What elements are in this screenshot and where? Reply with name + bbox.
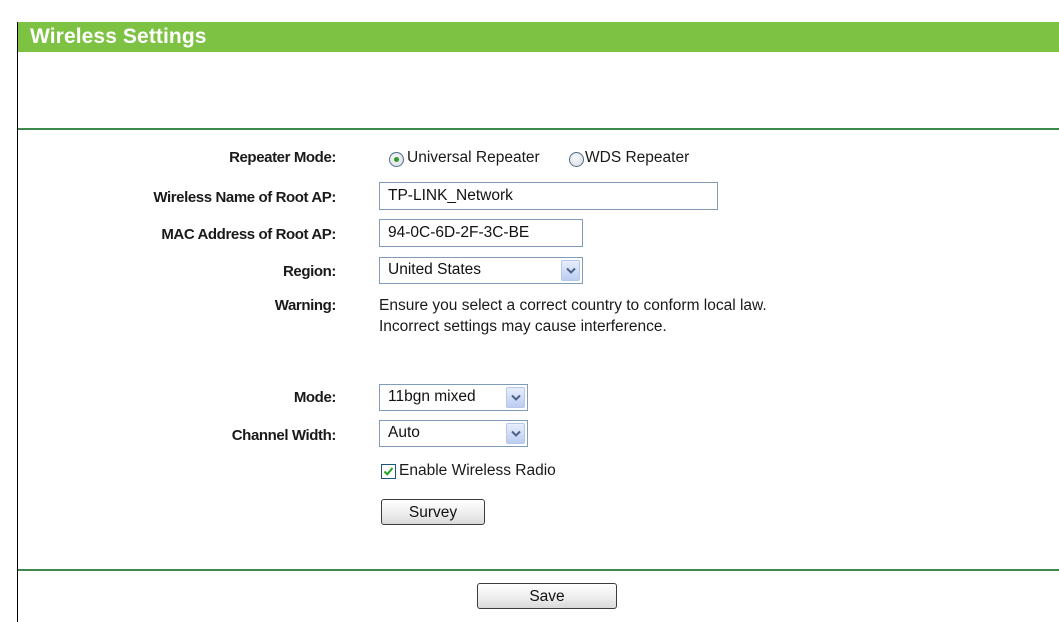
save-button[interactable]: Save [477,583,617,609]
checkmark-icon [383,467,394,476]
region-select-value: United States [388,261,482,278]
enable-wireless-radio-label[interactable]: Enable Wireless Radio [399,462,556,480]
universal-repeater-label[interactable]: Universal Repeater [407,149,540,167]
survey-button[interactable]: Survey [381,499,485,525]
root-ap-name-label: Wireless Name of Root AP: [153,189,336,206]
repeater-mode-label: Repeater Mode: [229,149,336,166]
mode-select-value: 11bgn mixed [388,388,476,405]
region-label: Region: [282,263,336,280]
chevron-down-icon[interactable] [506,423,525,444]
chevron-down-icon[interactable] [561,260,580,281]
channel-width-select[interactable]: Auto [379,420,528,447]
bottom-divider [18,569,1059,571]
warning-label: Warning: [274,297,337,314]
page-title: Wireless Settings [30,25,207,48]
channel-width-select-value: Auto [388,424,420,441]
root-ap-name-input[interactable]: TP-LINK_Network [379,182,718,210]
mode-label: Mode: [293,389,337,406]
mode-select[interactable]: 11bgn mixed [379,384,528,411]
warning-text-line1: Ensure you select a correct country to c… [379,297,767,314]
wireless-settings-panel: Wireless Settings Repeater Mode: Univers… [17,22,1059,622]
header-bar: Wireless Settings [18,22,1059,52]
wds-repeater-radio[interactable] [569,152,584,167]
enable-wireless-radio-checkbox[interactable] [381,464,396,479]
wds-repeater-label[interactable]: WDS Repeater [585,149,689,167]
chevron-down-icon[interactable] [506,387,525,408]
root-ap-mac-input[interactable]: 94-0C-6D-2F-3C-BE [379,219,583,247]
warning-text-line2: Incorrect settings may cause interferenc… [379,318,667,335]
region-select[interactable]: United States [379,257,583,284]
channel-width-label: Channel Width: [231,427,337,444]
universal-repeater-radio[interactable] [389,152,404,167]
radio-dot-icon [394,157,399,162]
root-ap-mac-label: MAC Address of Root AP: [161,226,336,243]
top-divider [18,128,1059,130]
